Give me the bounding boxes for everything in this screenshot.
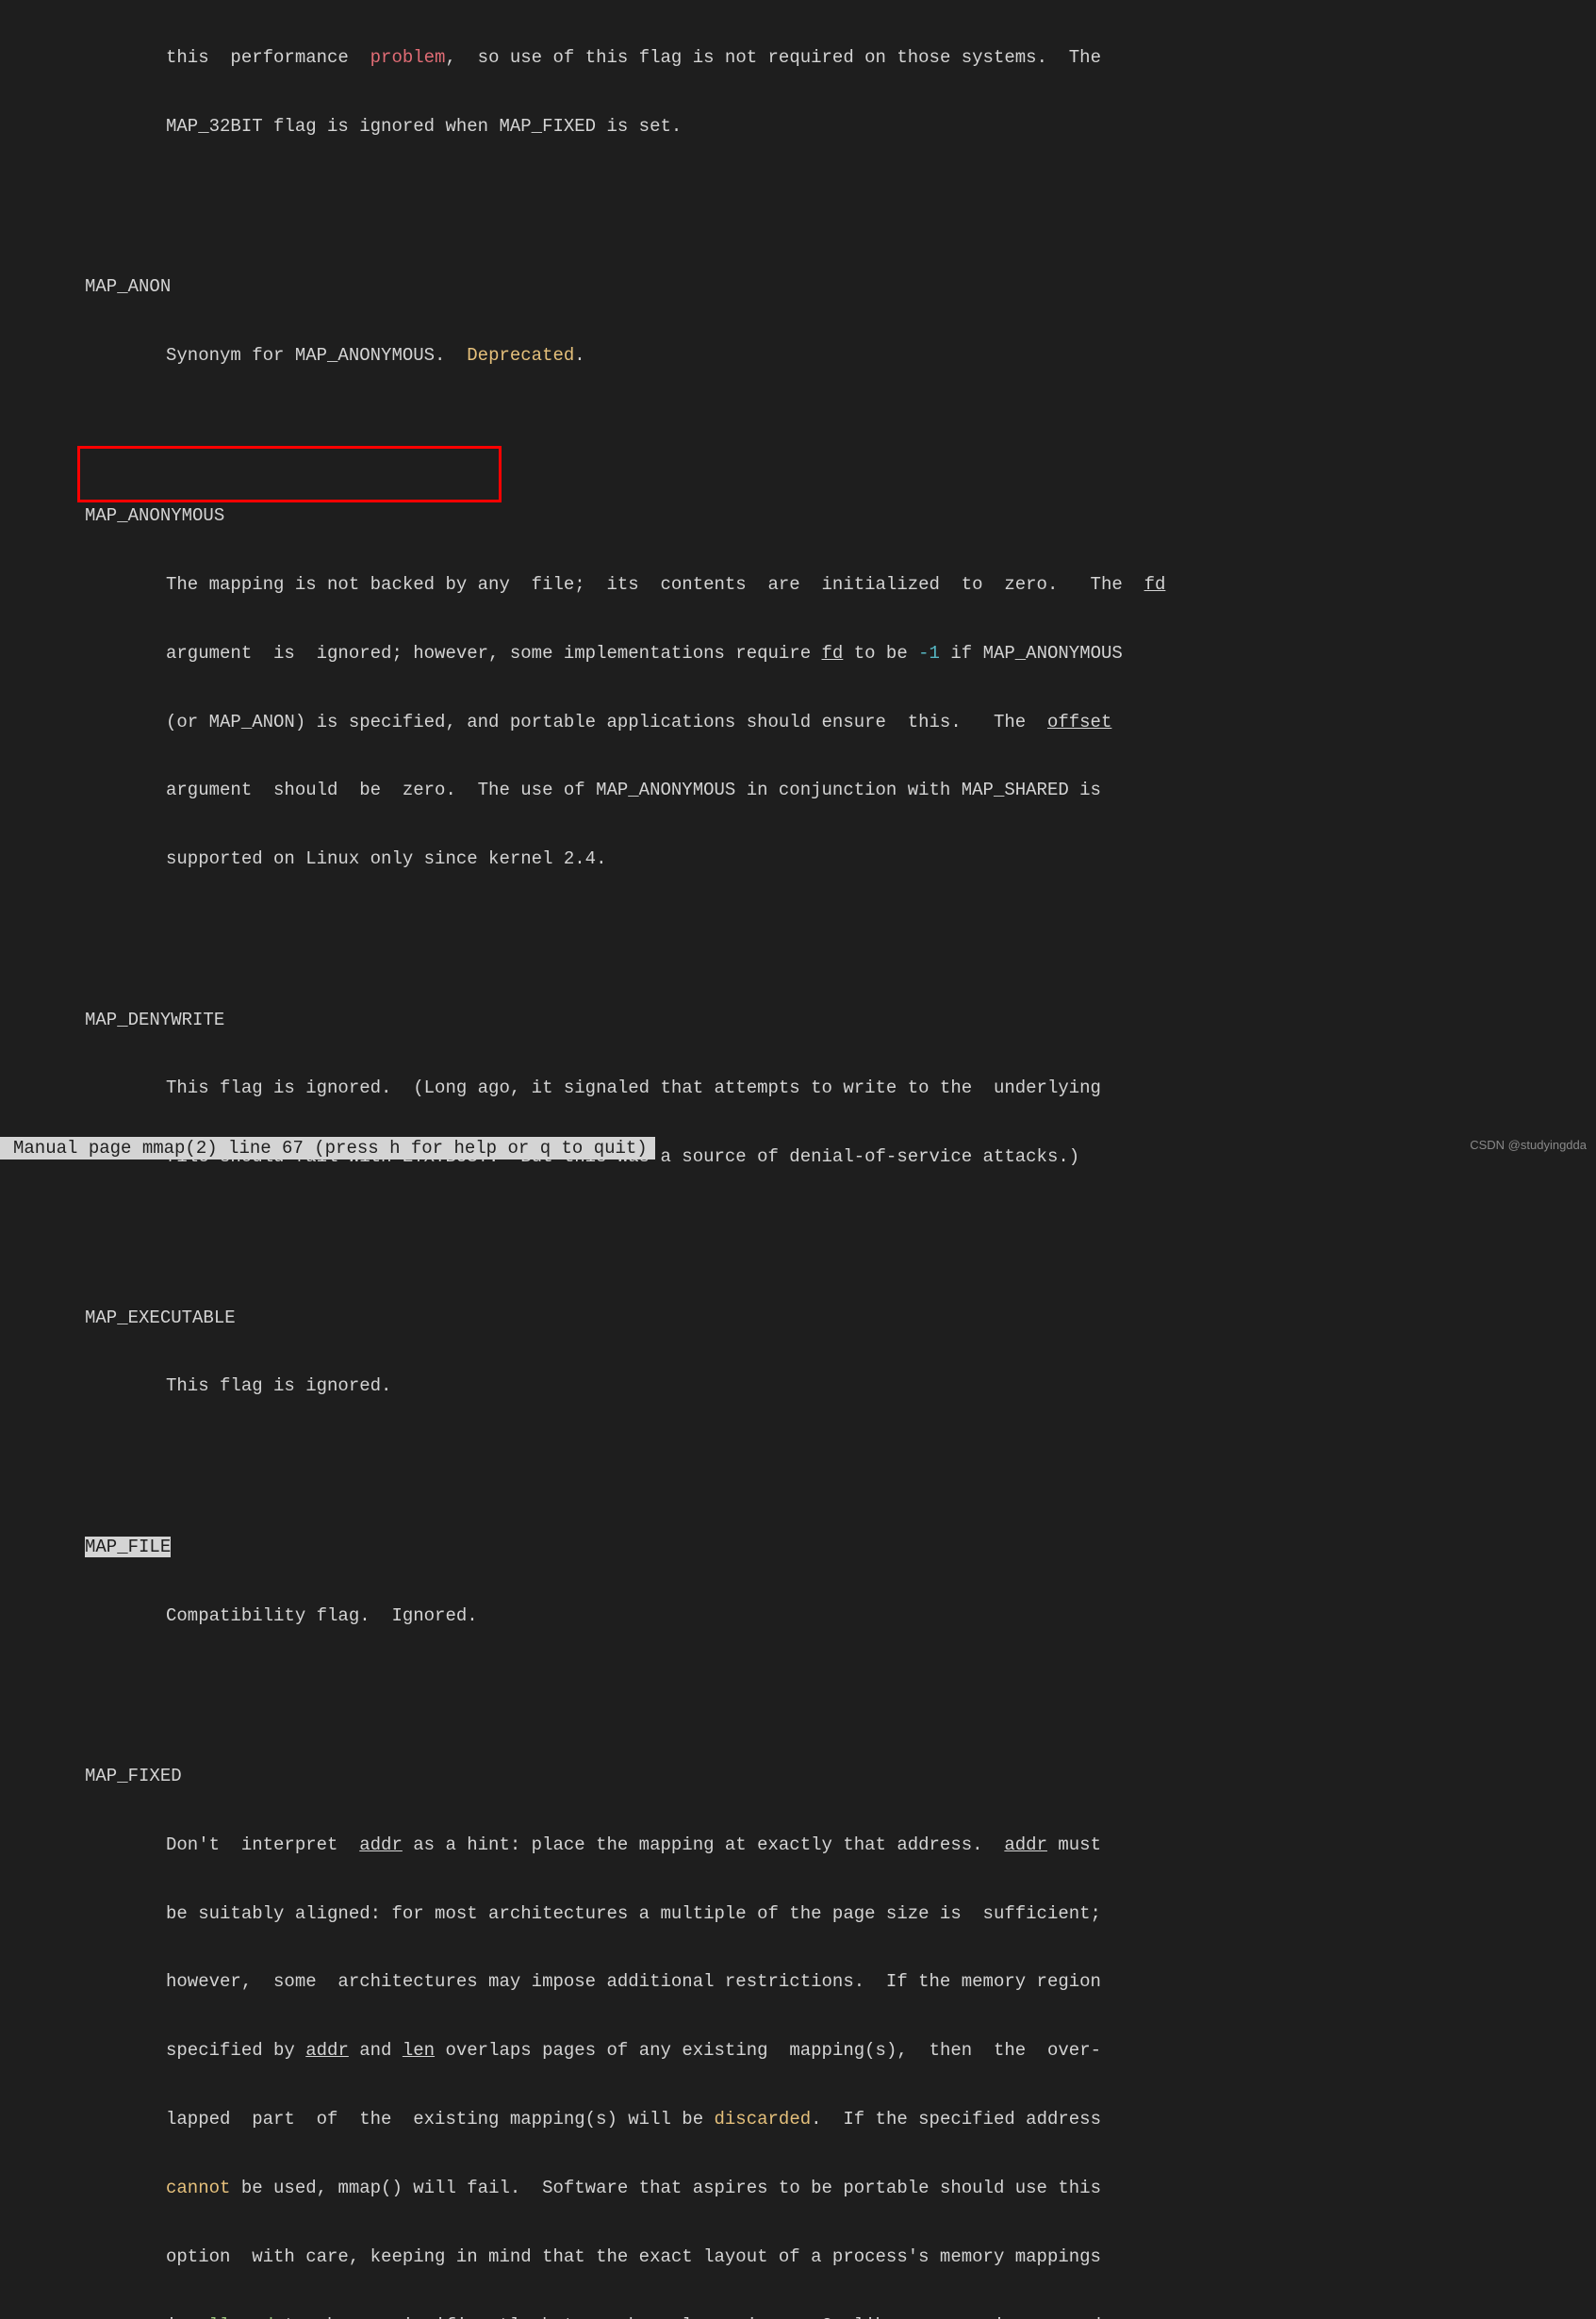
text-line: specified by addr and len overlaps pages… — [0, 2039, 1596, 2062]
search-highlight: MAP_FILE — [85, 1537, 171, 1557]
text-line: supported on Linux only since kernel 2.4… — [0, 847, 1596, 870]
text-line: however, some architectures may impose a… — [0, 1970, 1596, 1993]
text-line: The mapping is not backed by any file; i… — [0, 573, 1596, 596]
hl-discarded: discarded — [715, 2109, 812, 2130]
hl-cannot: cannot — [166, 2178, 230, 2198]
text-line: is allowed to change significantly betwe… — [0, 2314, 1596, 2319]
man-page-content[interactable]: this performance problem, so use of this… — [0, 0, 1596, 2319]
hl-problem: problem — [370, 47, 446, 68]
arg-len: len — [403, 2040, 435, 2061]
arg-offset: offset — [1047, 712, 1111, 732]
text-line: argument is ignored; however, some imple… — [0, 642, 1596, 665]
text-line: This flag is ignored. — [0, 1374, 1596, 1397]
arg-addr: addr — [305, 2040, 349, 2061]
flag-header-map-file: MAP_FILE — [0, 1536, 1596, 1558]
arg-addr: addr — [359, 1834, 403, 1855]
text-line: be suitably aligned: for most architectu… — [0, 1902, 1596, 1925]
text-line: This flag is ignored. (Long ago, it sign… — [0, 1077, 1596, 1099]
text-line: option with care, keeping in mind that t… — [0, 2245, 1596, 2268]
watermark: CSDN @studyingdda — [1470, 1138, 1587, 1154]
flag-header-map-anonymous: MAP_ANONYMOUS — [0, 504, 1596, 527]
arg-addr: addr — [1004, 1834, 1047, 1855]
less-status-bar: Manual page mmap(2) line 67 (press h for… — [0, 1137, 655, 1160]
text-line: Compatibility flag. Ignored. — [0, 1604, 1596, 1627]
hl-deprecated: Deprecated — [467, 345, 574, 366]
arg-fd: fd — [1144, 574, 1166, 595]
flag-header-map-fixed: MAP_FIXED — [0, 1765, 1596, 1787]
flag-header-map-executable: MAP_EXECUTABLE — [0, 1307, 1596, 1329]
text-line: Don't interpret addr as a hint: place th… — [0, 1834, 1596, 1856]
text-line: cannot be used, mmap() will fail. Softwa… — [0, 2177, 1596, 2199]
hl-allowed: allowed — [198, 2315, 273, 2319]
arg-fd: fd — [822, 643, 844, 664]
text-line: Synonym for MAP_ANONYMOUS. Deprecated. — [0, 344, 1596, 367]
flag-header-map-anon: MAP_ANON — [0, 275, 1596, 298]
text-line: this performance problem, so use of this… — [0, 46, 1596, 69]
text-line: MAP_32BIT flag is ignored when MAP_FIXED… — [0, 115, 1596, 138]
text-line: argument should be zero. The use of MAP_… — [0, 779, 1596, 801]
flag-header-map-denywrite: MAP_DENYWRITE — [0, 1009, 1596, 1031]
literal-neg1: -1 — [918, 643, 940, 664]
text-line: lapped part of the existing mapping(s) w… — [0, 2108, 1596, 2130]
text-line: (or MAP_ANON) is specified, and portable… — [0, 711, 1596, 733]
